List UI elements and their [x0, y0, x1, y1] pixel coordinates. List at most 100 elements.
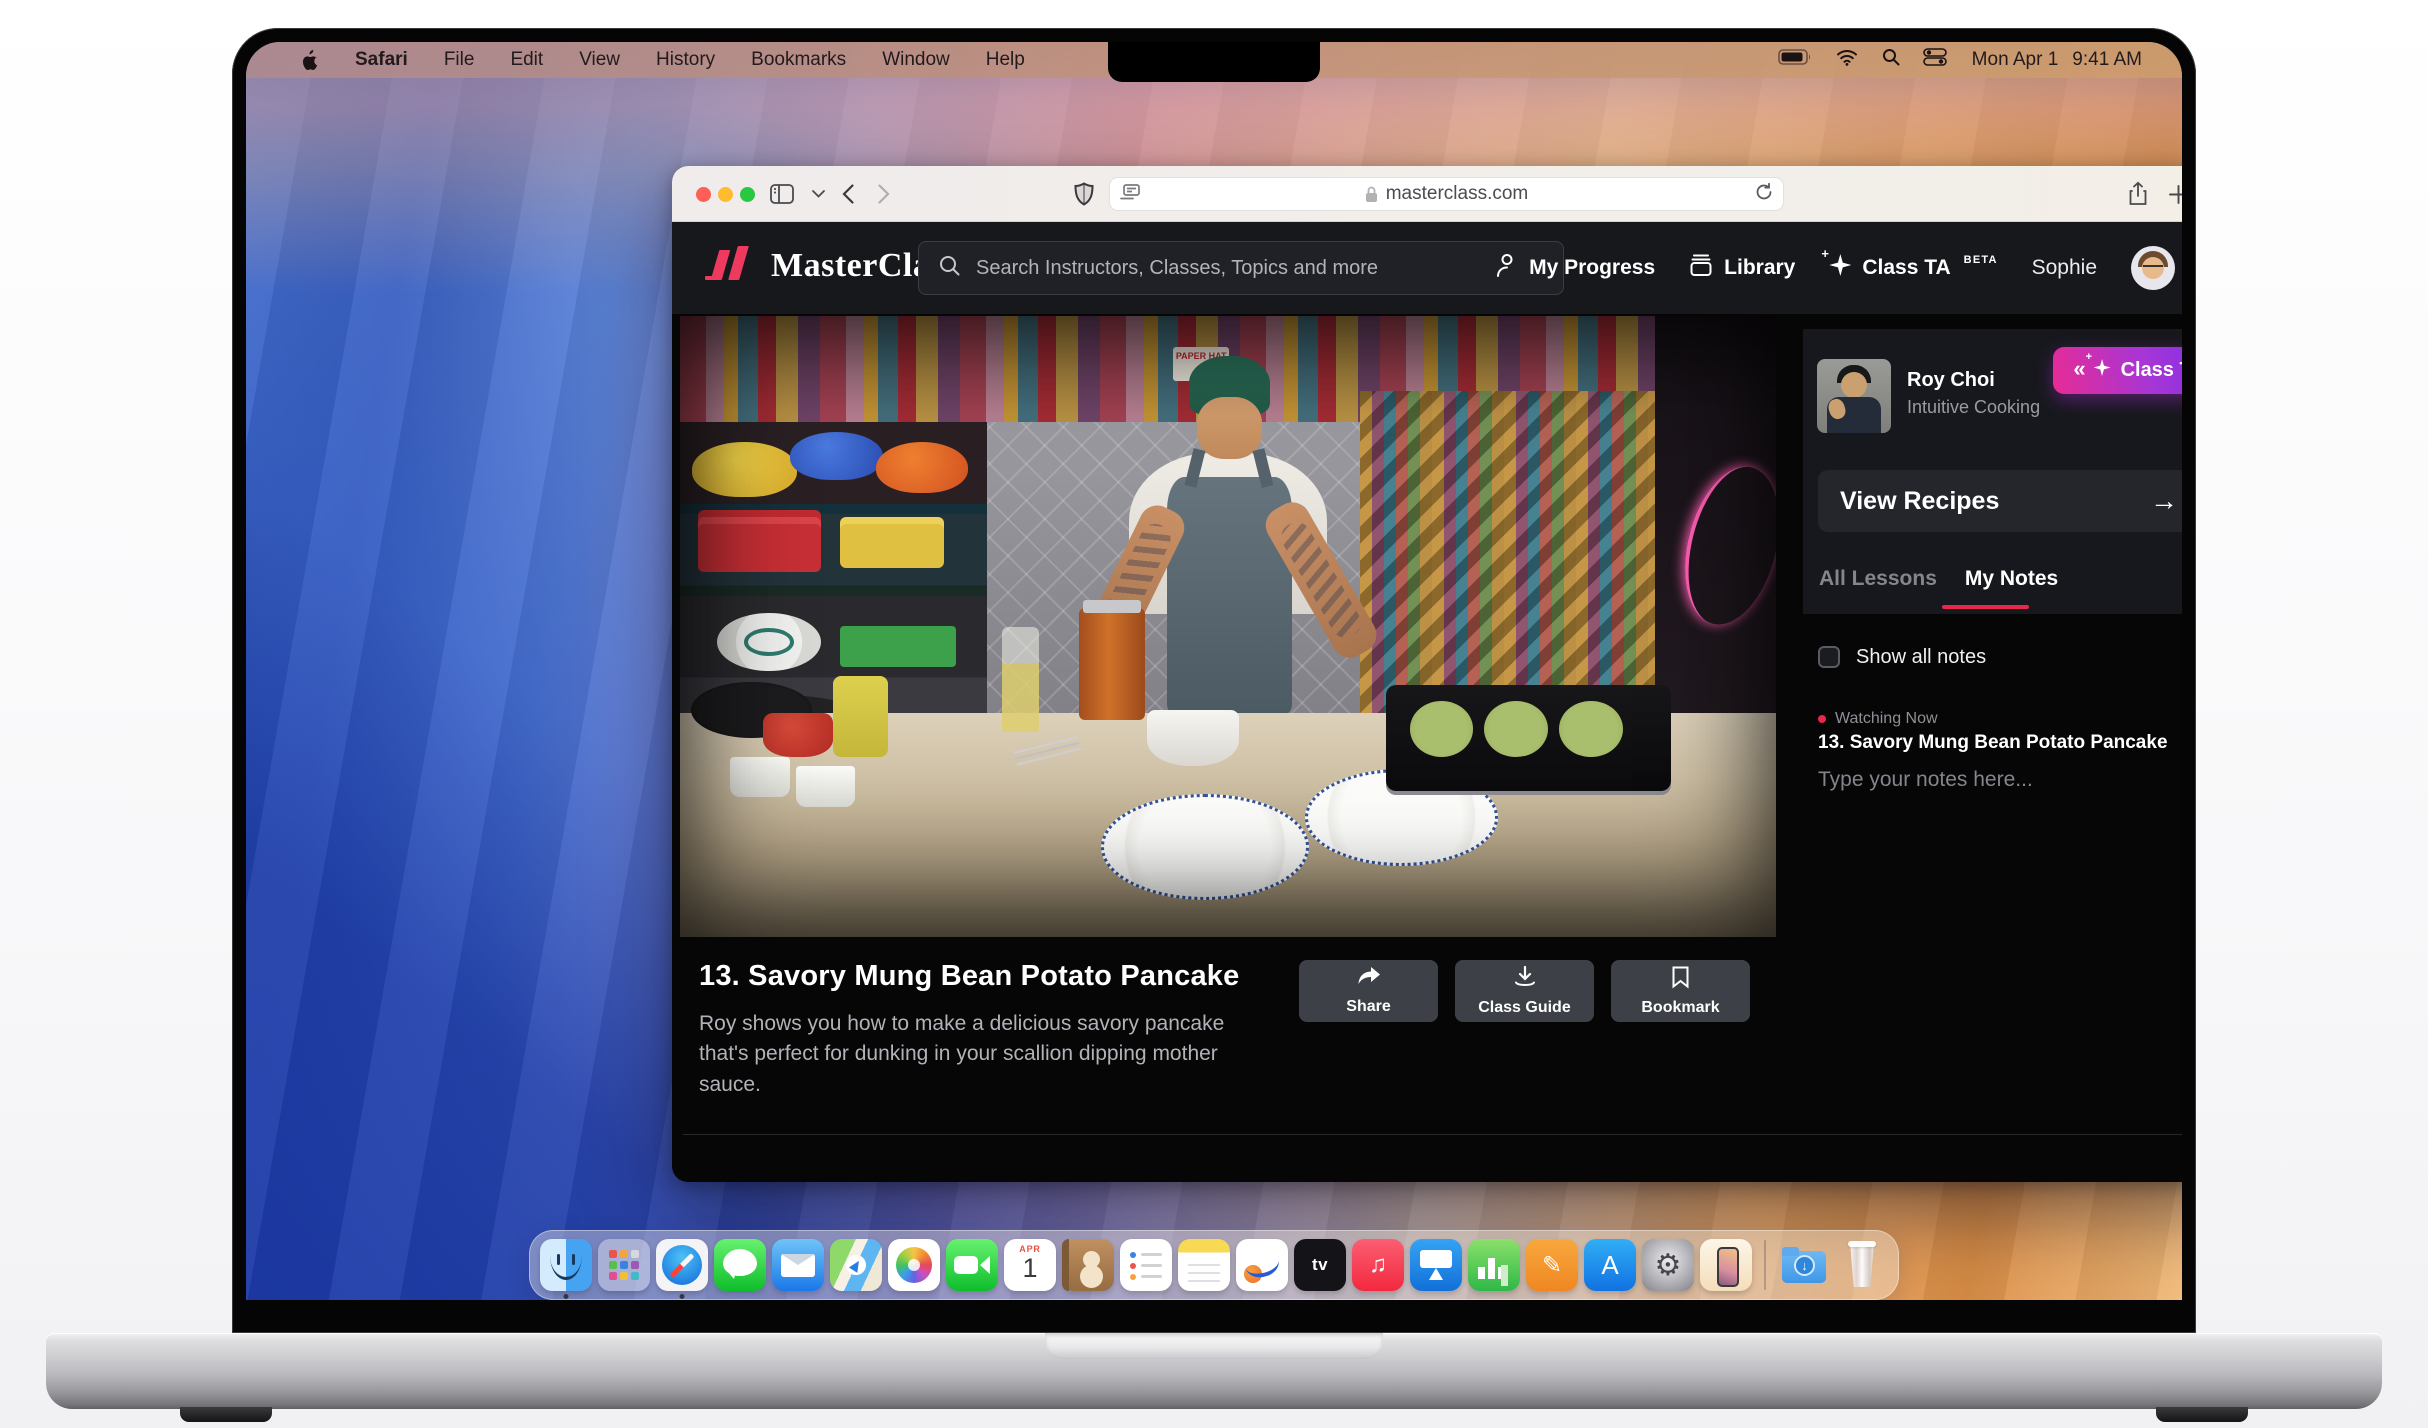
dock-icon-notes[interactable]: [1178, 1239, 1230, 1291]
menu-item[interactable]: Window: [882, 49, 950, 71]
class-panel: Roy Choi Intuitive Cooking « + Class TA …: [1803, 329, 2182, 614]
forward-icon[interactable]: [870, 180, 898, 208]
dock-icon-safari[interactable]: [656, 1239, 708, 1291]
menu-item[interactable]: View: [579, 49, 620, 71]
footer-divider: [683, 1134, 2182, 1135]
dock-icon-contacts[interactable]: [1062, 1239, 1114, 1291]
window-close-button[interactable]: [696, 187, 711, 202]
share-icon[interactable]: [2124, 180, 2152, 208]
nav-class-ta[interactable]: + Class TA BETA: [1829, 254, 1997, 282]
menu-item[interactable]: File: [444, 49, 475, 71]
masterclass-header: MasterClass My Progress: [672, 222, 2182, 314]
search-icon: [939, 255, 960, 281]
bookmark-button[interactable]: Bookmark: [1611, 960, 1750, 1022]
apple-logo-icon[interactable]: [302, 50, 319, 70]
battery-icon[interactable]: [1778, 49, 1812, 71]
menu-bar-date[interactable]: Mon Apr 1: [1972, 49, 2059, 71]
instructor-name: Roy Choi: [1907, 369, 1995, 392]
nav-library[interactable]: Library: [1689, 253, 1795, 283]
dock-icon-music[interactable]: ♫: [1352, 1239, 1404, 1291]
address-bar[interactable]: masterclass.com: [1109, 177, 1784, 211]
safari-toolbar: masterclass.com: [672, 166, 2182, 222]
tab-all-lessons[interactable]: All Lessons: [1819, 567, 1937, 591]
spotlight-search-icon[interactable]: [1882, 48, 1900, 72]
window-minimize-button[interactable]: [718, 187, 733, 202]
site-search[interactable]: [918, 241, 1564, 295]
running-indicator: [564, 1294, 569, 1299]
bookmark-icon: [1672, 966, 1689, 993]
notes-input-placeholder[interactable]: Type your notes here...: [1818, 768, 2033, 792]
running-indicator: [680, 1294, 685, 1299]
dock-icon-pages[interactable]: ✎: [1526, 1239, 1578, 1291]
course-title: Intuitive Cooking: [1907, 397, 2040, 418]
class-ta-button[interactable]: « + Class TA: [2053, 347, 2182, 394]
dock-icon-numbers[interactable]: [1468, 1239, 1520, 1291]
tab-my-notes[interactable]: My Notes: [1965, 567, 2058, 591]
desktop-wallpaper: Safari File Edit View History Bookmarks Window…: [246, 42, 2182, 1300]
sidebar-icon[interactable]: [768, 180, 796, 208]
share-button[interactable]: Share: [1299, 960, 1438, 1022]
sparkle-icon: +: [1829, 254, 1851, 282]
nav-my-progress[interactable]: My Progress: [1496, 253, 1655, 283]
camera-notch: [1108, 42, 1320, 82]
active-tab-underline: [1942, 605, 2029, 609]
menu-item[interactable]: Help: [986, 49, 1025, 71]
dock-icon-calendar[interactable]: APR 1: [1004, 1239, 1056, 1291]
lid-opening-notch: [1045, 1333, 1383, 1359]
dock-icon-settings[interactable]: ⚙: [1642, 1239, 1694, 1291]
dock-icon-iphone-mirroring[interactable]: [1700, 1239, 1752, 1291]
dock-separator: [1764, 1240, 1766, 1290]
wifi-icon[interactable]: [1836, 49, 1858, 72]
dock-icon-reminders[interactable]: [1120, 1239, 1172, 1291]
view-recipes-button[interactable]: View Recipes →: [1818, 470, 2182, 532]
dock-icon-keynote[interactable]: [1410, 1239, 1462, 1291]
chevron-down-icon[interactable]: [804, 180, 832, 208]
dock-icon-facetime[interactable]: [946, 1239, 998, 1291]
search-input[interactable]: [976, 257, 1543, 280]
dock-icon-finder[interactable]: [540, 1239, 592, 1291]
avatar[interactable]: [2131, 246, 2175, 290]
menu-bar-time[interactable]: 9:41 AM: [2072, 49, 2142, 71]
user-name: Sophie: [2032, 256, 2097, 280]
rubber-foot: [180, 1407, 272, 1422]
lesson-description: Roy shows you how to make a delicious sa…: [699, 1009, 1274, 1100]
sparkle-icon: +: [2094, 359, 2111, 382]
menu-item[interactable]: Edit: [510, 49, 543, 71]
menu-item[interactable]: Bookmarks: [751, 49, 846, 71]
menu-item[interactable]: History: [656, 49, 715, 71]
dock-icon-trash[interactable]: [1836, 1239, 1888, 1291]
dock-icon-mail[interactable]: [772, 1239, 824, 1291]
back-icon[interactable]: [834, 180, 862, 208]
show-all-notes-checkbox[interactable]: [1818, 646, 1840, 668]
reload-icon[interactable]: [1756, 183, 1773, 206]
safari-window: masterclass.com: [672, 166, 2182, 1182]
dock-icon-appstore[interactable]: A: [1584, 1239, 1636, 1291]
privacy-shield-icon[interactable]: [1070, 180, 1098, 208]
video-player[interactable]: PAPER HAT: [680, 316, 1776, 937]
dock-icon-maps[interactable]: [830, 1239, 882, 1291]
share-arrow-icon: [1357, 967, 1381, 992]
watching-now-label: Watching Now: [1835, 710, 1938, 728]
vignette: [680, 316, 1776, 937]
marketing-canvas: Safari File Edit View History Bookmarks Window…: [0, 0, 2428, 1428]
nav-label: Class TA: [1862, 256, 1950, 280]
macbook-screen: Safari File Edit View History Bookmarks Window…: [232, 28, 2196, 1333]
control-center-icon[interactable]: [1924, 49, 1946, 71]
dock-icon-freeform[interactable]: [1236, 1239, 1288, 1291]
dock-icon-photos[interactable]: [888, 1239, 940, 1291]
dock-icon-downloads[interactable]: ↓: [1778, 1239, 1830, 1291]
new-tab-icon[interactable]: [2164, 180, 2182, 208]
instructor-thumbnail[interactable]: [1817, 359, 1891, 433]
window-zoom-button[interactable]: [740, 187, 755, 202]
current-lesson-title: 13. Savory Mung Bean Potato Pancake: [1818, 732, 2168, 754]
dock-icon-messages[interactable]: [714, 1239, 766, 1291]
dock-icon-launchpad[interactable]: [598, 1239, 650, 1291]
class-guide-button[interactable]: Class Guide: [1455, 960, 1594, 1022]
menu-bar-menus: Safari File Edit View History Bookmarks Window…: [246, 49, 1025, 71]
person-icon: [1496, 253, 1518, 283]
macbook-base: [46, 1333, 2382, 1409]
dock-icon-tv[interactable]: tv: [1294, 1239, 1346, 1291]
download-icon: [1514, 966, 1536, 993]
collapse-chevrons-icon: «: [2073, 356, 2083, 382]
menu-item[interactable]: Safari: [355, 49, 408, 71]
